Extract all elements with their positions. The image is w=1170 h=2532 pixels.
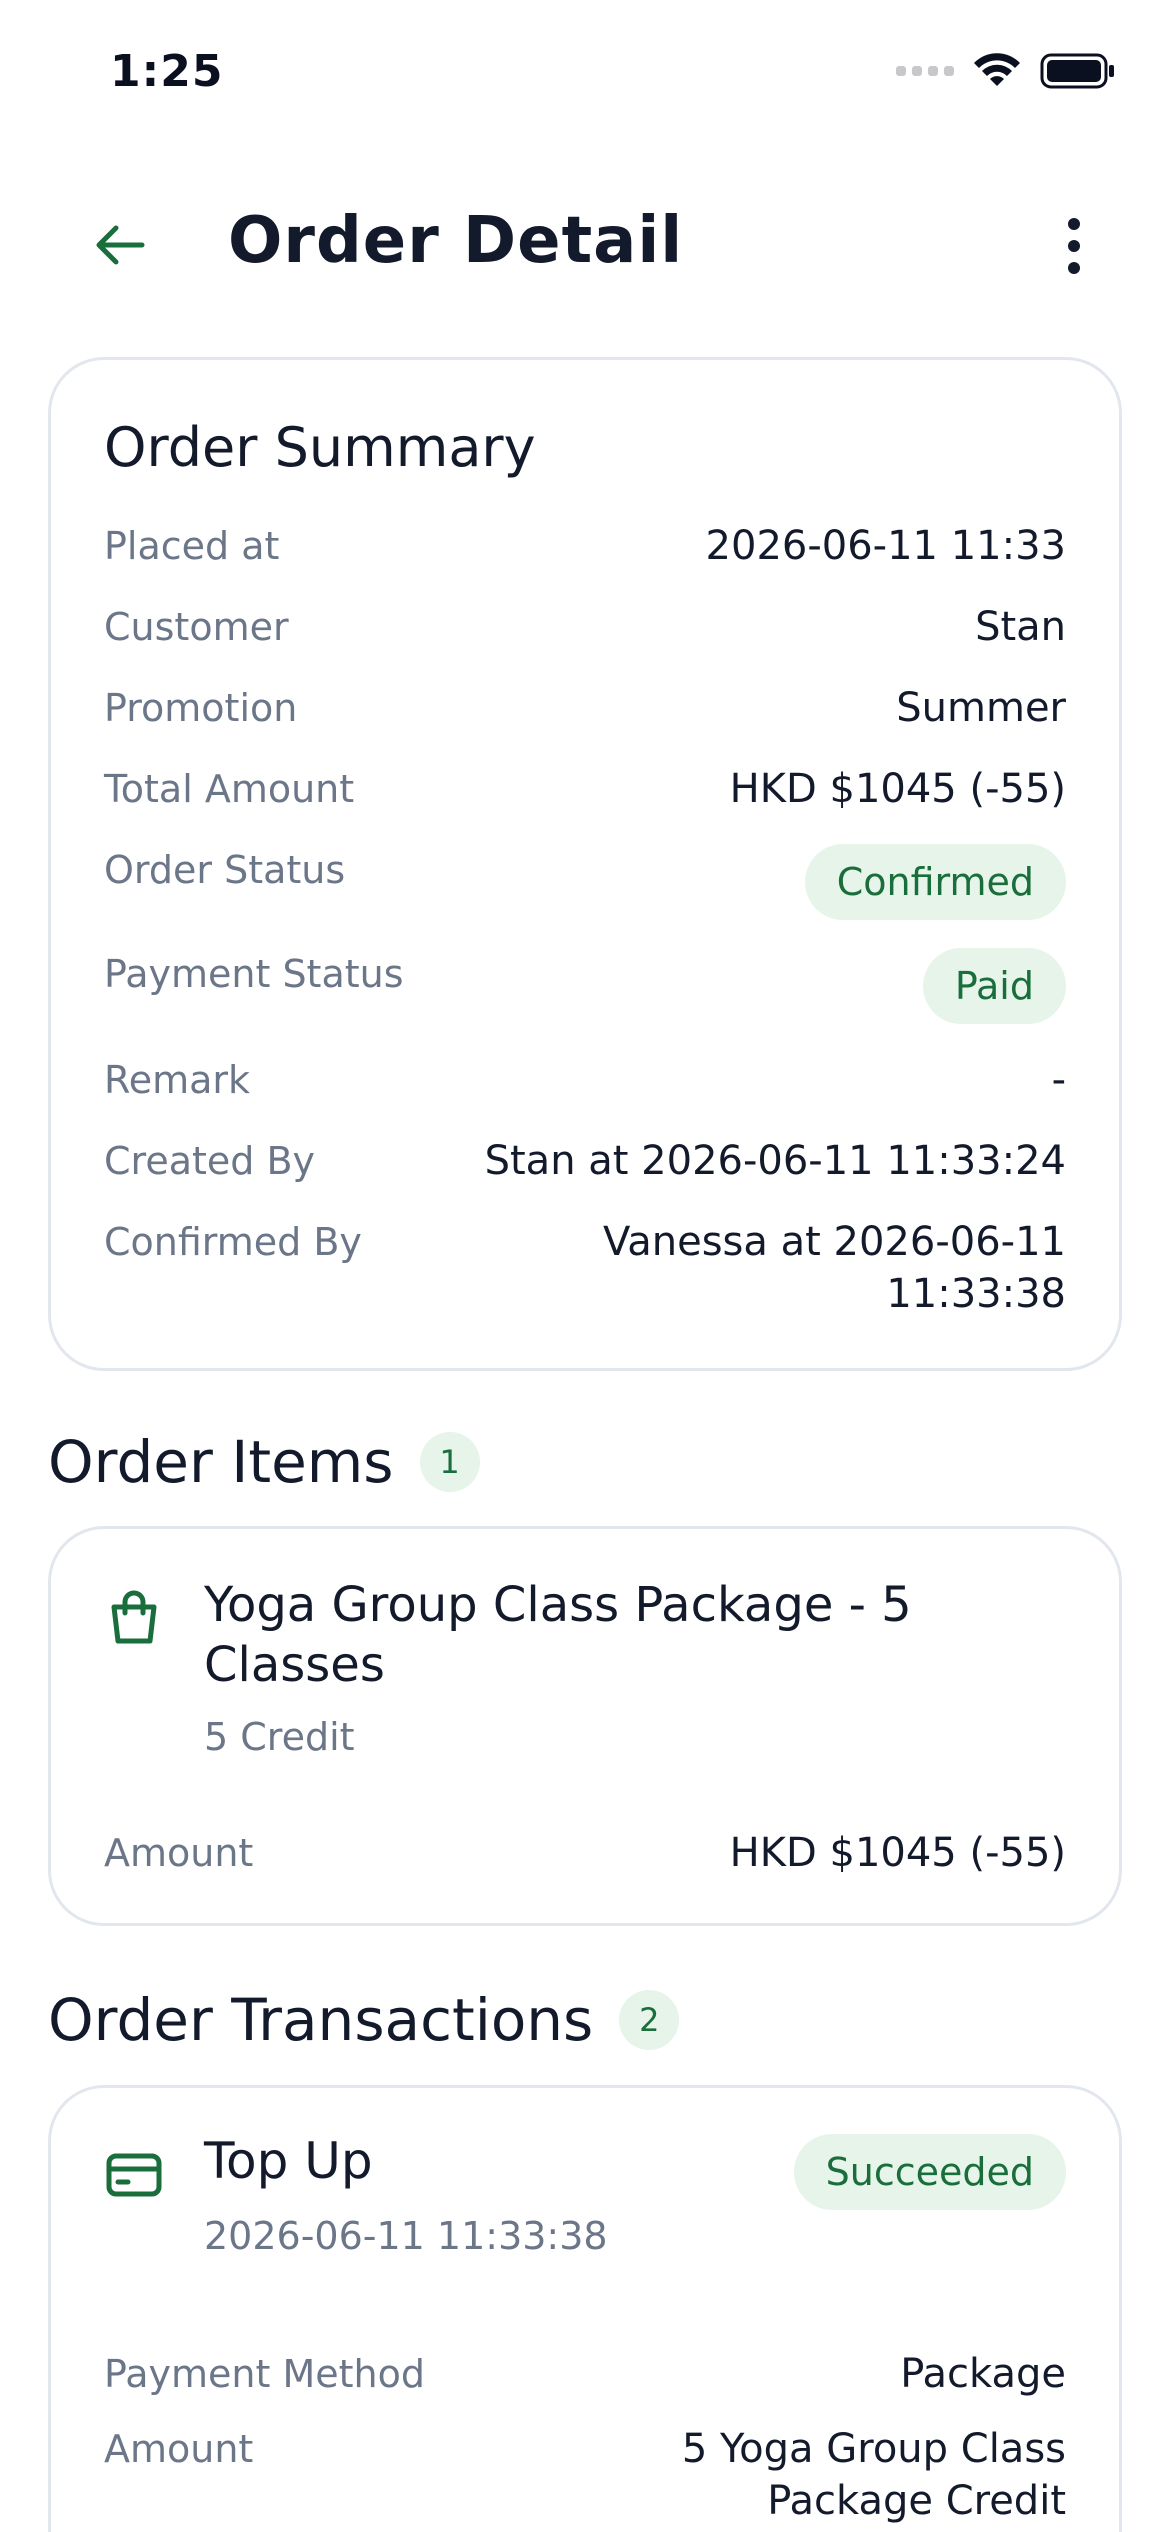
row-label: Remark [104,1058,251,1102]
payment-status-badge: Paid [922,948,1066,1024]
order-item-title: Yoga Group Class Package - 5 Classes [204,1577,912,1693]
row-label: Payment Status [104,952,404,996]
transaction-amount-line-2: Package Credit [767,2478,1066,2524]
order-summary-card: Order Summary Placed at 2026-06-11 11:33… [48,357,1122,1371]
order-summary-title: Order Summary [104,416,536,479]
row-value: 2026-06-11 11:33 [705,523,1066,569]
row-value: Stan [975,604,1066,650]
summary-row-placed-at: Placed at 2026-06-11 11:33 [104,520,1066,572]
confirmed-by-line-1: Vanessa at 2026-06-11 [602,1219,1066,1265]
order-transactions-heading-text: Order Transactions [48,1986,594,2054]
status-bar: 1:25 [0,0,1170,150]
row-value: Stan at 2026-06-11 11:33:24 [484,1138,1066,1184]
row-label: Amount [104,2427,254,2471]
transaction-amount-row: Amount 5 Yoga Group Class Package Credit [104,2423,1066,2527]
summary-row-total-amount: Total Amount HKD $1045 (-55) [104,763,1066,815]
transaction-status-badge: Succeeded [793,2134,1066,2210]
summary-row-customer: Customer Stan [104,601,1066,653]
credit-card-icon [106,2153,162,2197]
order-item-card[interactable]: Yoga Group Class Package - 5 Classes 5 C… [48,1526,1122,1926]
summary-row-order-status: Order Status Confirmed [104,844,1066,920]
row-value: - [1051,1057,1066,1103]
more-vertical-icon [1068,218,1080,274]
transaction-title: Top Up [204,2132,373,2190]
row-label: Promotion [104,686,298,730]
transaction-card[interactable]: Top Up 2026-06-11 11:33:38 Succeeded Pay… [48,2085,1122,2532]
app-header: Order Detail [0,190,1170,300]
row-value: 5 Yoga Group Class Package Credit [682,2423,1066,2527]
summary-row-promotion: Promotion Summer [104,682,1066,734]
transaction-timestamp: 2026-06-11 11:33:38 [204,2214,608,2258]
row-value: HKD $1045 (-55) [729,1830,1066,1876]
summary-row-confirmed-by: Confirmed By Vanessa at 2026-06-11 11:33… [104,1216,1066,1320]
page-title: Order Detail [228,204,684,278]
confirmed-by-line-2: 11:33:38 [886,1271,1066,1317]
row-label: Order Status [104,848,346,892]
back-button[interactable] [80,210,160,280]
transaction-amount-line-1: 5 Yoga Group Class [681,2426,1066,2472]
order-items-count-badge: 1 [419,1432,480,1492]
order-item-credit: 5 Credit [204,1715,355,1759]
status-time: 1:25 [110,46,224,97]
row-label: Confirmed By [104,1220,362,1264]
row-label: Created By [104,1139,316,1183]
order-item-amount-row: Amount HKD $1045 (-55) [104,1827,1066,1879]
cellular-signal-icon [896,66,954,76]
order-items-heading: Order Items 1 [48,1428,480,1496]
transaction-payment-method-row: Payment Method Package [104,2348,1066,2400]
row-value: HKD $1045 (-55) [729,766,1066,812]
summary-row-payment-status: Payment Status Paid [104,948,1066,1024]
summary-row-created-by: Created By Stan at 2026-06-11 11:33:24 [104,1135,1066,1187]
order-status-badge: Confirmed [804,844,1066,920]
row-value: Summer [896,685,1066,731]
row-value: Package [900,2351,1066,2397]
battery-icon [1040,53,1114,89]
summary-row-remark: Remark - [104,1054,1066,1106]
row-label: Total Amount [104,767,355,811]
order-transactions-count-badge: 2 [619,1990,680,2050]
row-label: Customer [104,605,289,649]
arrow-left-icon [96,225,145,265]
row-label: Amount [104,1831,254,1875]
shopping-bag-icon [111,1590,157,1644]
row-label: Payment Method [104,2352,425,2396]
row-label: Placed at [104,524,280,568]
wifi-icon [974,53,1020,86]
order-transactions-heading: Order Transactions 2 [48,1986,680,2054]
status-icons [896,52,1116,90]
order-items-heading-text: Order Items [48,1428,394,1496]
row-value: Vanessa at 2026-06-11 11:33:38 [603,1216,1066,1320]
more-options-button[interactable] [1044,208,1104,284]
